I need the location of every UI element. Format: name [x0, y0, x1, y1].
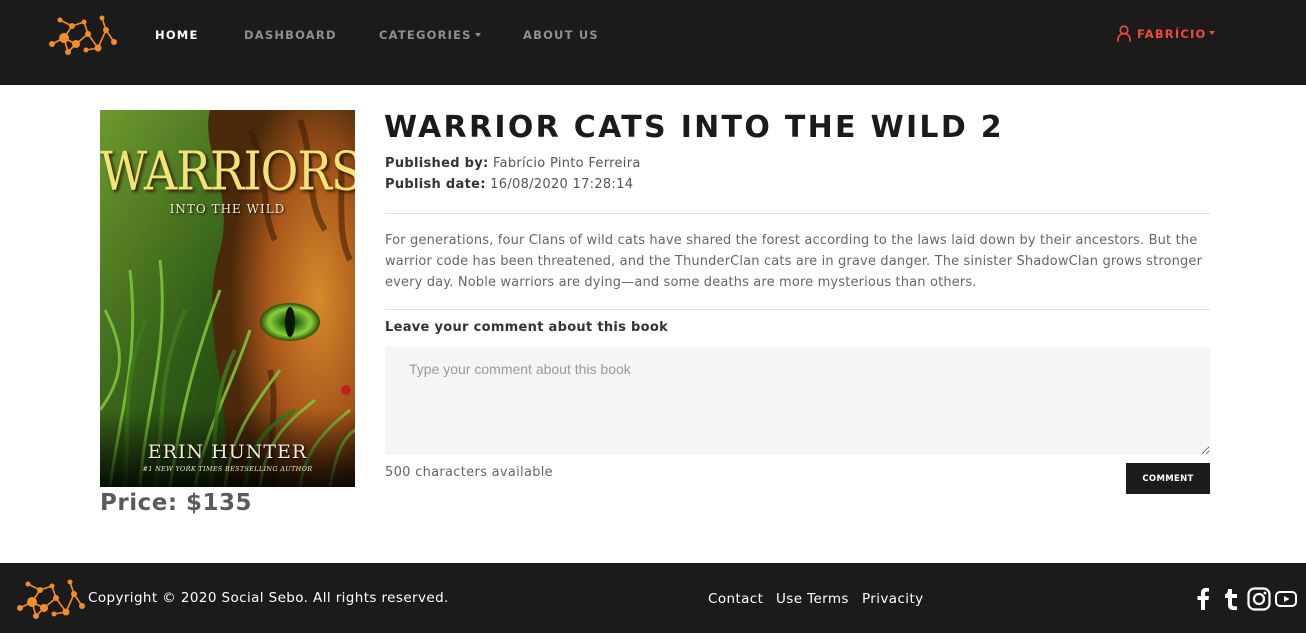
book-cover: WARRIORS INTO THE WILD ERIN HUNTER #1 NE…: [100, 110, 355, 487]
publish-date-value: 16/08/2020 17:28:14: [490, 177, 634, 192]
publisher-name: Fabrício Pinto Ferreira: [492, 156, 641, 171]
navbar: HOME DASHBOARD CATEGORIES ABOUT US FABRÍ…: [0, 0, 1306, 85]
nav-home[interactable]: HOME: [155, 28, 199, 42]
youtube-icon[interactable]: [1275, 587, 1297, 611]
user-name: FABRÍCIO: [1137, 26, 1207, 41]
characters-available: 500 characters available: [385, 465, 553, 480]
comment-input[interactable]: [385, 347, 1210, 455]
published-by: Published by: Fabrício Pinto Ferreira: [385, 156, 641, 171]
user-menu[interactable]: FABRÍCIO: [1117, 25, 1216, 42]
published-by-label: Published by:: [385, 156, 489, 171]
instagram-icon[interactable]: [1247, 587, 1271, 611]
facebook-icon[interactable]: [1196, 587, 1210, 611]
site-logo[interactable]: [46, 14, 118, 56]
user-icon: [1117, 25, 1131, 42]
cover-subtitle: INTO THE WILD: [169, 202, 286, 216]
cover-tagline: #1 NEW YORK TIMES BESTSELLING AUTHOR: [142, 465, 313, 473]
copyright: Copyright © 2020 Social Sebo. All rights…: [88, 590, 449, 606]
nav-about-us[interactable]: ABOUT US: [523, 28, 599, 42]
caret-down-icon: [474, 32, 481, 37]
nav-categories[interactable]: CATEGORIES: [379, 28, 481, 42]
nav-dashboard[interactable]: DASHBOARD: [244, 28, 337, 42]
comment-label: Leave your comment about this book: [385, 320, 669, 335]
nav-categories-label: CATEGORIES: [379, 28, 472, 42]
book-price: Price: $135: [100, 490, 253, 516]
footer-link-use-terms[interactable]: Use Terms: [776, 591, 849, 607]
divider: [385, 309, 1210, 310]
book-description: For generations, four Clans of wild cats…: [385, 233, 1203, 290]
comment-button[interactable]: COMMENT: [1126, 463, 1210, 494]
cover-author: ERIN HUNTER: [147, 441, 308, 463]
footer-link-contact[interactable]: Contact: [708, 591, 763, 607]
publish-date-label: Publish date:: [385, 177, 486, 192]
divider: [385, 213, 1210, 214]
site-logo[interactable]: [14, 578, 86, 620]
tumblr-icon[interactable]: [1223, 587, 1239, 611]
cover-title: WARRIORS: [100, 139, 355, 203]
footer: Copyright © 2020 Social Sebo. All rights…: [0, 563, 1306, 633]
caret-down-icon: [1209, 30, 1216, 35]
book-title: WARRIOR CATS INTO THE WILD 2: [384, 110, 1004, 145]
publish-date: Publish date: 16/08/2020 17:28:14: [385, 177, 633, 192]
footer-link-privacity[interactable]: Privacity: [862, 591, 924, 607]
